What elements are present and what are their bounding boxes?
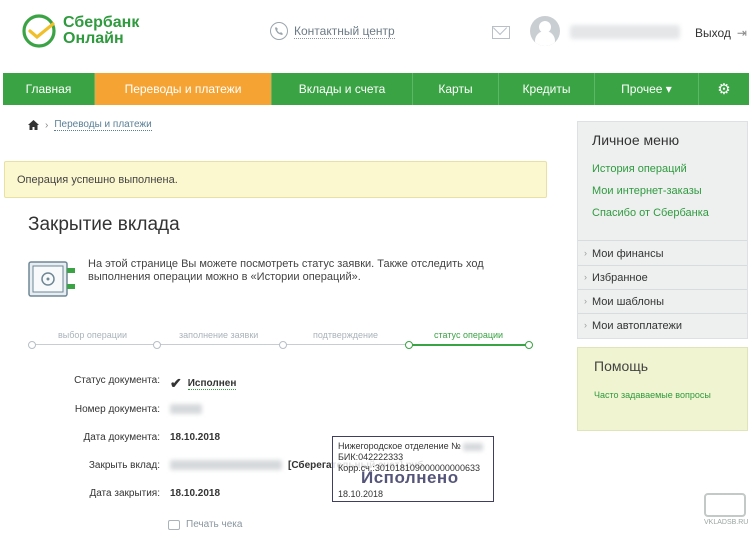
help-box: Помощь Часто задаваемые вопросы (577, 347, 748, 431)
contact-center-link[interactable]: Контактный центр (270, 22, 395, 40)
settings-button[interactable]: ⚙ (699, 73, 749, 105)
step-label-2: заполнение заявки (179, 330, 259, 340)
logout-icon: ⇥ (736, 26, 747, 40)
menu-title: Личное меню (592, 132, 680, 148)
menu-link-orders[interactable]: Мои интернет-заказы (592, 185, 702, 197)
personal-menu: Личное меню История операций Мои интерне… (577, 121, 748, 339)
watermark-text: VKLADSB.RU (704, 519, 749, 526)
logout-button[interactable]: Выход ⇥ (695, 26, 747, 40)
help-title: Помощь (594, 358, 649, 374)
contact-center-label: Контактный центр (294, 23, 395, 39)
stamp-line2: БИК:042222333 (338, 452, 404, 462)
faq-link[interactable]: Часто задаваемые вопросы (594, 390, 724, 401)
detail-row-number: Номер документа: (28, 404, 508, 420)
gear-icon: ⚙ (717, 81, 731, 98)
account-label: Закрыть вклад: (88, 460, 160, 471)
safe-icon (28, 261, 75, 297)
watermark: VKLADSB.RU (704, 493, 750, 533)
step-label-1: выбор операции (58, 330, 128, 340)
close-date-label: Дата закрытия: (89, 488, 160, 499)
date-label: Дата документа: (83, 432, 160, 443)
main-nav: Главная Переводы и платежи Вклады и счет… (3, 73, 749, 105)
step-dot-3 (279, 341, 287, 349)
bank-stamp: Нижегородское отделение № БИК:042222333 … (332, 436, 494, 502)
chevron-right-icon: › (45, 119, 49, 131)
mail-icon[interactable] (492, 26, 510, 39)
print-receipt-button[interactable]: Печать чека (168, 519, 242, 530)
step-label-3: подтверждение (313, 330, 379, 340)
step-label-4: статус операции (434, 330, 504, 340)
logout-label: Выход (695, 26, 731, 40)
stamp-status: Исполнено (361, 468, 459, 487)
success-alert: Операция успешно выполнена. (4, 161, 547, 198)
step-dot-4 (405, 341, 413, 349)
menu-item-autopayments[interactable]: › Мои автоплатежи (584, 320, 682, 332)
nav-item-credits[interactable]: Кредиты (499, 73, 595, 105)
progress-steps: выбор операции заполнение заявки подтвер… (28, 329, 533, 359)
alert-message: Операция успешно выполнена. (17, 173, 178, 186)
number-value-blurred (170, 404, 202, 415)
menu-link-thanks[interactable]: Спасибо от Сбербанка (592, 207, 709, 219)
checkmark-icon: ✔ (170, 375, 182, 391)
nav-item-main[interactable]: Главная (3, 73, 95, 105)
sberbank-logo-icon (22, 14, 56, 48)
logo-line1: Сбербанк (63, 14, 140, 31)
nav-item-other[interactable]: Прочее ▾ (595, 73, 699, 105)
breadcrumb-transfers[interactable]: Переводы и платежи (54, 119, 152, 131)
steps-line-active (409, 344, 530, 346)
avatar[interactable] (530, 16, 560, 46)
number-label: Номер документа: (74, 404, 160, 415)
menu-item-favorites[interactable]: › Избранное (584, 272, 648, 284)
nav-item-cards[interactable]: Карты (413, 73, 499, 105)
username-blurred[interactable] (570, 25, 680, 39)
page-title: Закрытие вклада (28, 214, 180, 235)
detail-row-status: Статус документа: ✔ Исполнен (28, 375, 508, 391)
close-date-value: 18.10.2018 (170, 488, 221, 499)
info-text: На этой странице Вы можете посмотреть ст… (88, 258, 484, 283)
breadcrumb: › Переводы и платежи (28, 119, 152, 131)
home-icon[interactable] (28, 120, 39, 130)
date-value: 18.10.2018 (170, 432, 221, 443)
watermark-icon (704, 493, 746, 517)
info-block: На этой странице Вы можете посмотреть ст… (28, 258, 488, 298)
stamp-date: 18.10.2018 (338, 489, 384, 499)
nav-item-transfers[interactable]: Переводы и платежи (95, 73, 272, 105)
phone-icon (270, 22, 288, 40)
step-dot-end (525, 341, 533, 349)
step-dot-1 (28, 341, 36, 349)
status-label: Статус документа: (74, 375, 160, 386)
nav-item-deposits[interactable]: Вклады и счета (272, 73, 413, 105)
printer-icon (168, 519, 180, 530)
menu-link-history[interactable]: История операций (592, 163, 687, 175)
menu-item-finances[interactable]: › Мои финансы (584, 248, 663, 260)
status-value[interactable]: ✔ Исполнен (170, 375, 237, 392)
logo-line2: Онлайн (63, 30, 124, 47)
step-dot-2 (153, 341, 161, 349)
menu-item-templates[interactable]: › Мои шаблоны (584, 296, 664, 308)
print-receipt-label: Печать чека (186, 519, 243, 530)
sberbank-logo[interactable]: Сбербанк Онлайн (22, 14, 139, 48)
stamp-line1: Нижегородское отделение № (338, 441, 488, 452)
